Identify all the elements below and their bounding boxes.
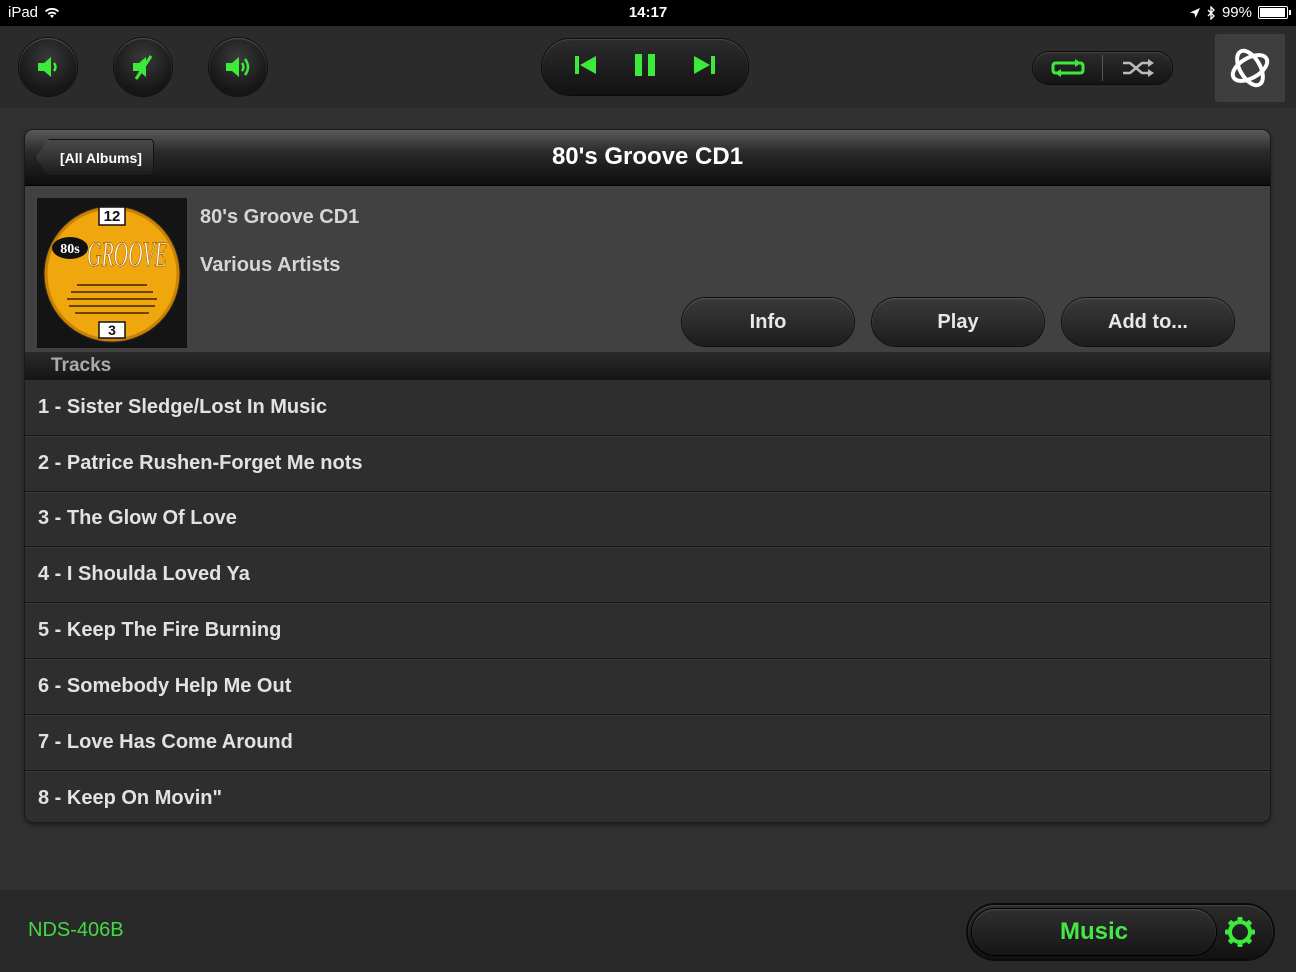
play-mode-group [1033,52,1172,84]
mute-button[interactable] [114,38,172,96]
pause-button[interactable] [632,52,658,83]
track-row[interactable]: 5 - Keep The Fire Burning [25,603,1270,659]
previous-icon [574,55,596,74]
track-list: 1 - Sister Sledge/Lost In Music 2 - Patr… [25,380,1270,822]
track-row[interactable]: 8 - Keep On Movin" [25,771,1270,822]
album-cover-art: 12 80s GROOVE 3 [37,198,187,348]
page-title: 80's Groove CD1 [551,143,744,170]
track-row[interactable]: 3 - The Glow Of Love [25,492,1270,548]
settings-button[interactable] [1220,913,1260,951]
cover-badge-top: 12 [104,208,121,225]
transport-controls [542,39,748,95]
next-icon [694,55,716,74]
gear-icon [1225,917,1255,947]
artist-name: Various Artists [200,254,341,276]
status-bar: iPad 14:17 99% [0,0,1296,26]
repeat-button[interactable] [1033,52,1102,84]
track-row[interactable]: 6 - Somebody Help Me Out [25,659,1270,715]
app-logo-button[interactable] [1215,34,1285,102]
repeat-icon [1051,59,1084,77]
album-name: 80's Groove CD1 [200,206,360,228]
album-panel: [All Albums] 80's Groove CD1 12 80s GROO… [25,130,1270,822]
location-icon [1189,7,1200,18]
cover-title-text: GROOVE [87,234,167,274]
logo-icon [1230,48,1270,88]
volume-down-icon [38,57,57,77]
battery-icon [1258,6,1291,19]
track-row[interactable]: 7 - Love Has Come Around [25,715,1270,771]
album-details: 12 80s GROOVE 3 80's Groove CD1 Various … [25,186,1270,352]
volume-up-button[interactable] [209,38,267,96]
toolbar [0,26,1296,108]
track-row[interactable]: 4 - I Shoulda Loved Ya [25,547,1270,604]
volume-down-button[interactable] [19,38,77,96]
source-selector: Music [968,905,1273,959]
clock: 14:17 [628,4,668,21]
battery-percent: 99% [1221,4,1252,21]
shuffle-button[interactable] [1103,52,1172,84]
panel-header: [All Albums] 80's Groove CD1 [25,130,1270,186]
previous-button[interactable] [573,53,599,82]
track-row[interactable]: 1 - Sister Sledge/Lost In Music [25,380,1270,436]
bluetooth-icon [1207,5,1215,20]
info-button[interactable]: Info [682,298,854,346]
album-cover: 12 80s GROOVE 3 [37,198,187,348]
music-source-button[interactable]: Music [972,909,1216,955]
next-button[interactable] [691,53,717,82]
track-row[interactable]: 2 - Patrice Rushen-Forget Me nots [25,436,1270,492]
add-to-button[interactable]: Add to... [1062,298,1234,346]
volume-up-icon [226,57,250,77]
play-button[interactable]: Play [872,298,1044,346]
tracks-section-header: Tracks [25,352,1270,380]
shuffle-icon [1122,59,1154,77]
bottom-bar: NDS-406B Music [0,890,1296,972]
mute-icon [133,55,153,80]
device-name[interactable]: NDS-406B [28,919,124,942]
pause-icon [634,53,655,76]
cover-badge-bottom: 3 [108,322,116,338]
cover-80s-text: 80s [60,242,80,257]
